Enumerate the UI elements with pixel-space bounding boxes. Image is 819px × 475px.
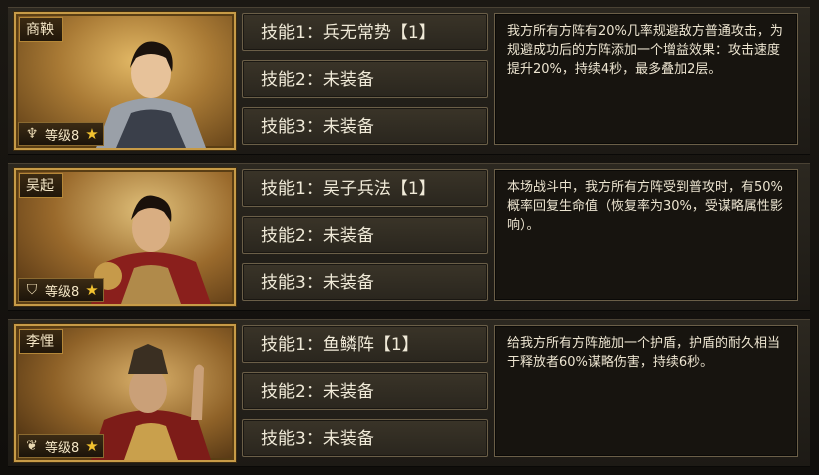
skill-description: 我方所有方阵有20%几率规避敌方普通攻击，为规避成功后的方阵添加一个增益效果：攻… — [494, 13, 798, 145]
skill-description: 本场战斗中，我方所有方阵受到普攻时，有50%概率回复生命值（恢复率为30%，受谋… — [494, 169, 798, 301]
skill-slot-1[interactable]: 技能1：吴子兵法【1】 — [242, 169, 488, 207]
class-emblem-icon: ❦ — [26, 438, 38, 454]
hero-figure — [96, 41, 206, 148]
star-icon: ★ — [85, 437, 99, 455]
hero-figure — [91, 195, 211, 304]
skill-slot-3[interactable]: 技能3：未装备 — [242, 419, 488, 457]
skill-slot-1[interactable]: 技能1：鱼鳞阵【1】 — [242, 325, 488, 363]
hero-name: 李悝 — [19, 329, 63, 354]
skill-description: 给我方所有方阵施加一个护盾，护盾的耐久相当于释放者60%谋略伤害，持续6秒。 — [494, 325, 798, 457]
skill-slot-3[interactable]: 技能3：未装备 — [242, 263, 488, 301]
hero-row: 吴起 ⛉ 等级8 ★ 技能1：吴子兵法【1】 技能2：未装备 技能3：未装备 本… — [8, 163, 810, 311]
hero-level-badge: ⛉ 等级8 ★ — [18, 278, 104, 302]
class-emblem-icon: ♆ — [25, 126, 39, 142]
skill-slot-1[interactable]: 技能1：兵无常势【1】 — [242, 13, 488, 51]
hero-row: 商鞅 ♆ 等级8 ★ 技能1：兵无常势【1】 技能2：未装备 技能3：未装备 我… — [8, 7, 810, 155]
class-emblem-icon: ⛉ — [26, 282, 38, 298]
skill-slot-3[interactable]: 技能3：未装备 — [242, 107, 488, 145]
skill-slot-2[interactable]: 技能2：未装备 — [242, 216, 488, 254]
skill-slot-2[interactable]: 技能2：未装备 — [242, 60, 488, 98]
hero-level-badge: ♆ 等级8 ★ — [18, 122, 104, 146]
hero-level: 等级8 — [45, 128, 80, 144]
hero-name: 吴起 — [19, 173, 63, 198]
hero-skill-panel: 商鞅 ♆ 等级8 ★ 技能1：兵无常势【1】 技能2：未装备 技能3：未装备 我… — [0, 0, 819, 475]
hero-portrait[interactable]: 商鞅 ♆ 等级8 ★ — [14, 12, 236, 150]
hero-figure — [91, 344, 211, 460]
hero-portrait[interactable]: 李悝 ❦ 等级8 ★ — [14, 324, 236, 462]
hero-level: 等级8 — [45, 440, 80, 456]
hero-level-badge: ❦ 等级8 ★ — [18, 434, 104, 458]
skill-slot-2[interactable]: 技能2：未装备 — [242, 372, 488, 410]
hero-portrait[interactable]: 吴起 ⛉ 等级8 ★ — [14, 168, 236, 306]
hero-level: 等级8 — [45, 284, 80, 300]
star-icon: ★ — [85, 125, 99, 143]
star-icon: ★ — [85, 281, 99, 299]
hero-row: 李悝 ❦ 等级8 ★ 技能1：鱼鳞阵【1】 技能2：未装备 技能3：未装备 给我… — [8, 319, 810, 467]
hero-name: 商鞅 — [19, 17, 63, 42]
